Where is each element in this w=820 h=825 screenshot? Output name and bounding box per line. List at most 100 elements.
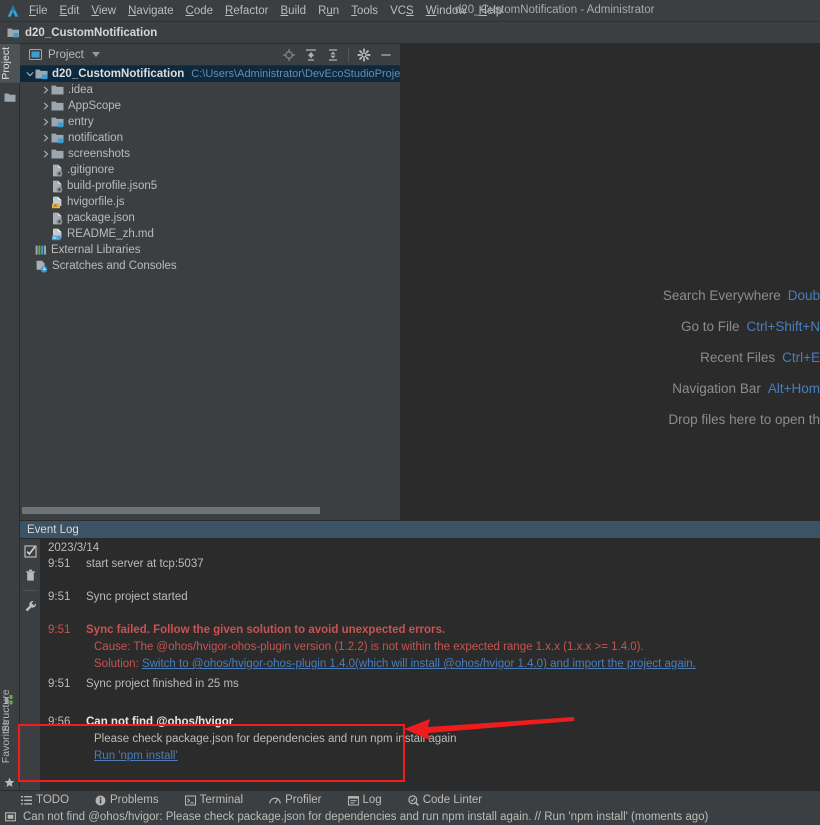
event-log-entry: Solution: Switch to @ohos/hvigor-ohos-pl… <box>48 658 696 670</box>
event-log-entry: 2023/3/14 <box>48 542 129 554</box>
module-folder-icon <box>51 116 64 128</box>
tree-item--gitignore[interactable]: .gitignore <box>20 162 400 178</box>
tree-item--idea[interactable]: .idea <box>20 82 400 98</box>
shortcut-label: Drop files here to open th <box>668 412 820 427</box>
tree-item-external-libraries[interactable]: External Libraries <box>20 242 400 258</box>
chevron-down-icon[interactable] <box>24 66 35 82</box>
menu-tools[interactable]: Tools <box>345 3 384 19</box>
mark-all-read-icon[interactable] <box>20 539 40 563</box>
structure-icon <box>5 692 15 710</box>
event-log-time: 9:51 <box>48 591 71 603</box>
module-folder-icon <box>35 68 48 80</box>
folder-icon <box>51 84 64 96</box>
chevron-right-icon[interactable] <box>40 130 51 146</box>
status-bar: Can not find @ohos/hvigor: Please check … <box>0 809 820 825</box>
project-panel-header: Project <box>20 44 400 66</box>
tree-item-screenshots[interactable]: screenshots <box>20 146 400 162</box>
shortcut-key: Alt+Hom <box>767 381 820 396</box>
code-linter-icon <box>407 794 419 806</box>
tree-item-path: C:\Users\Administrator\DevEcoStudioProje… <box>191 68 400 80</box>
deveco-logo-icon <box>3 0 23 22</box>
shortcut-key: Doub <box>787 288 820 303</box>
todo-list-icon <box>21 795 32 805</box>
tree-item-entry[interactable]: entry <box>20 114 400 130</box>
tree-item-label: Scratches and Consoles <box>52 260 177 272</box>
event-log-link[interactable]: Run 'npm install' <box>94 750 178 762</box>
menu-run[interactable]: Run <box>312 3 345 19</box>
tree-item-scratches-and-consoles[interactable]: Scratches and Consoles <box>20 258 400 274</box>
tree-item-build-profile-json5[interactable]: build-profile.json5 <box>20 178 400 194</box>
tree-item-readme-zh-md[interactable]: MD README_zh.md <box>20 226 400 242</box>
json-file-icon <box>51 212 63 225</box>
shortcut-label: Recent Files <box>700 350 776 365</box>
navbar-project-name[interactable]: d20_CustomNotification <box>25 27 157 39</box>
bottom-tab-profiler[interactable]: Profiler <box>262 793 328 807</box>
menu-navigate[interactable]: Navigate <box>122 3 179 19</box>
bottom-tab-todo[interactable]: TODO <box>14 793 76 807</box>
menu-refactor[interactable]: Refactor <box>219 3 274 19</box>
chevron-right-icon[interactable] <box>40 82 51 98</box>
empty-editor-shortcuts: Search Everywhere Doub Go to File Ctrl+Shif… <box>401 288 820 443</box>
tree-item-hvigorfile-js[interactable]: JS hvigorfile.js <box>20 194 400 210</box>
menu-file[interactable]: File <box>23 3 54 19</box>
bottom-tab-code-linter[interactable]: Code Linter <box>401 793 489 807</box>
hide-minus-icon[interactable] <box>376 45 396 65</box>
js-file-icon: JS <box>51 196 63 209</box>
event-log-text: Solution: Switch to @ohos/hvigor-ohos-pl… <box>94 658 696 670</box>
sidebar-item-project[interactable]: Project <box>0 44 20 83</box>
expand-all-icon[interactable] <box>301 45 321 65</box>
tree-item-label: screenshots <box>68 148 131 160</box>
menu-vcs[interactable]: VCS <box>384 3 420 19</box>
chevron-right-icon[interactable] <box>40 98 51 114</box>
event-log-content[interactable]: 2023/3/14 9:51 start server at tcp:5037 9:5… <box>40 539 820 790</box>
menu-build[interactable]: Build <box>275 3 313 19</box>
project-panel-toolbar <box>279 44 396 66</box>
shortcut-hint-row: Search Everywhere Doub <box>401 288 820 319</box>
shortcut-label: Navigation Bar <box>672 381 761 396</box>
event-log-time: 9:51 <box>48 558 71 570</box>
chevron-down-icon[interactable] <box>91 52 100 57</box>
tree-item-label: hvigorfile.js <box>67 196 125 208</box>
event-log-title: Event Log <box>27 523 79 536</box>
bottom-tab-problems[interactable]: Problems <box>88 793 166 807</box>
locate-icon[interactable] <box>279 45 299 65</box>
event-log-link[interactable]: Switch to @ohos/hvigor-ohos-plugin 1.4.0… <box>142 658 696 670</box>
event-log-header: Event Log <box>20 521 820 539</box>
menu-view[interactable]: View <box>85 3 122 19</box>
tree-item-package-json[interactable]: package.json <box>20 210 400 226</box>
status-bar-message[interactable]: Can not find @ohos/hvigor: Please check … <box>23 811 708 823</box>
event-log-entry: 9:51 Sync project finished in 25 ms <box>48 678 239 690</box>
bottom-tab-terminal[interactable]: Terminal <box>178 793 250 807</box>
libraries-icon <box>35 244 47 256</box>
bottom-tab-log[interactable]: Log <box>341 793 389 807</box>
tree-item-d20-customnotification[interactable]: d20_CustomNotification C:\Users\Administr… <box>20 66 400 82</box>
chevron-right-icon[interactable] <box>40 114 51 130</box>
balloon-notification-icon[interactable] <box>5 811 16 823</box>
event-log-entry: Please check package.json for dependenci… <box>48 733 457 745</box>
project-panel-title: Project <box>48 48 84 61</box>
scrollbar-thumb[interactable] <box>22 507 320 514</box>
menu-bar: File Edit View Navigate Code Refactor Bu… <box>0 0 820 22</box>
collapse-all-icon[interactable] <box>323 45 343 65</box>
json-file-icon <box>51 180 63 193</box>
module-folder-icon <box>51 132 64 144</box>
menu-edit[interactable]: Edit <box>54 3 86 19</box>
tree-item-label: notification <box>68 132 123 144</box>
sidebar-item-favorites[interactable]: Favorites <box>0 717 20 766</box>
toolbar-divider <box>348 48 349 62</box>
tree-item-notification[interactable]: notification <box>20 130 400 146</box>
event-log-entry: 9:56 Can not find @ohos/hvigor <box>48 716 233 728</box>
project-tree[interactable]: d20_CustomNotification C:\Users\Administr… <box>20 66 400 506</box>
settings-gear-icon[interactable] <box>354 45 374 65</box>
menu-code[interactable]: Code <box>180 3 220 19</box>
folder-icon[interactable] <box>4 90 16 108</box>
chevron-right-icon[interactable] <box>40 146 51 162</box>
project-horizontal-scrollbar[interactable] <box>20 506 400 515</box>
tree-item-appscope[interactable]: AppScope <box>20 98 400 114</box>
trash-icon[interactable] <box>20 563 40 587</box>
wrench-settings-icon[interactable] <box>20 594 40 618</box>
event-log-entry: 9:51 Sync failed. Follow the given soluti… <box>48 624 445 636</box>
